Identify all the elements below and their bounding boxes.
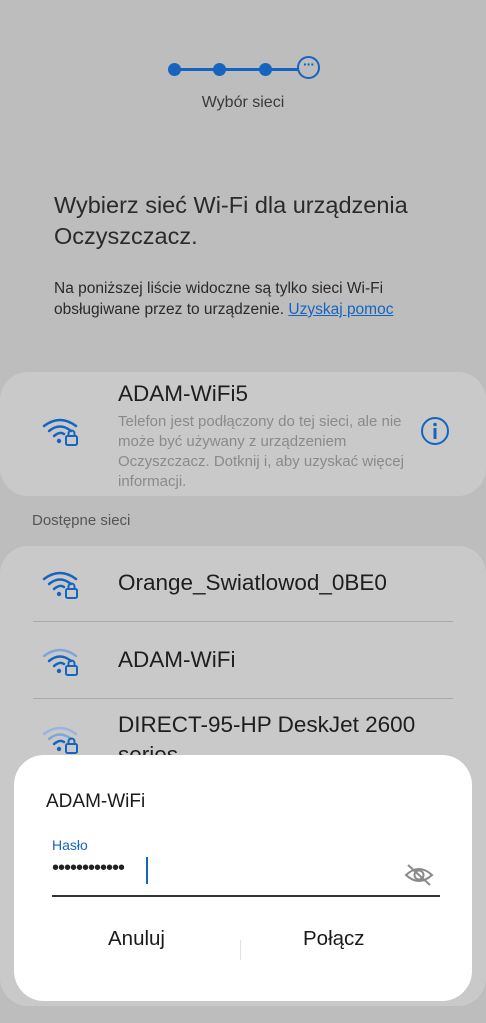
eye-off-icon[interactable] <box>404 862 434 888</box>
info-icon[interactable] <box>420 416 450 446</box>
step-dot-2 <box>213 63 226 76</box>
list-divider <box>33 698 453 699</box>
step-dot-1 <box>168 63 181 76</box>
wifi-lock-icon <box>42 571 78 599</box>
password-label: Hasło <box>52 837 88 853</box>
list-divider <box>33 621 453 622</box>
wifi-medium-lock-icon <box>42 648 78 676</box>
text-caret <box>146 857 148 884</box>
password-value: •••••••••••• <box>52 857 125 879</box>
connect-button[interactable]: Połącz <box>303 927 365 951</box>
network-ssid: ADAM-WiFi <box>118 647 236 672</box>
password-dialog: ADAM-WiFi Hasło •••••••••••• Anuluj Połą… <box>14 755 472 1001</box>
progress-stepper: ··· <box>166 54 326 84</box>
cancel-button[interactable]: Anuluj <box>108 927 165 951</box>
stepper-line <box>174 68 310 71</box>
password-field[interactable]: •••••••••••• <box>52 855 440 897</box>
connected-ssid: ADAM-WiFi5 <box>118 381 248 406</box>
step-current-indicator: ··· <box>297 56 320 79</box>
page-heading: Wybierz sieć Wi-Fi dla urządzenia Oczysz… <box>54 192 408 249</box>
step-title: Wybór sieci <box>201 94 285 111</box>
network-ssid: Orange_Swiatlowod_0BE0 <box>118 570 387 595</box>
step-dot-3 <box>259 63 272 76</box>
button-separator <box>240 940 241 960</box>
wifi-lock-icon <box>42 418 78 446</box>
dialog-title: ADAM-WiFi <box>46 791 146 812</box>
connected-description: Telefon jest podłączony do tej sieci, al… <box>118 413 404 490</box>
help-link[interactable]: Uzyskaj pomoc <box>288 301 393 318</box>
wifi-low-lock-icon <box>42 726 78 754</box>
available-networks-label: Dostępne sieci <box>32 512 131 529</box>
info-note: Na poniższej liście widoczne są tylko si… <box>54 278 444 320</box>
